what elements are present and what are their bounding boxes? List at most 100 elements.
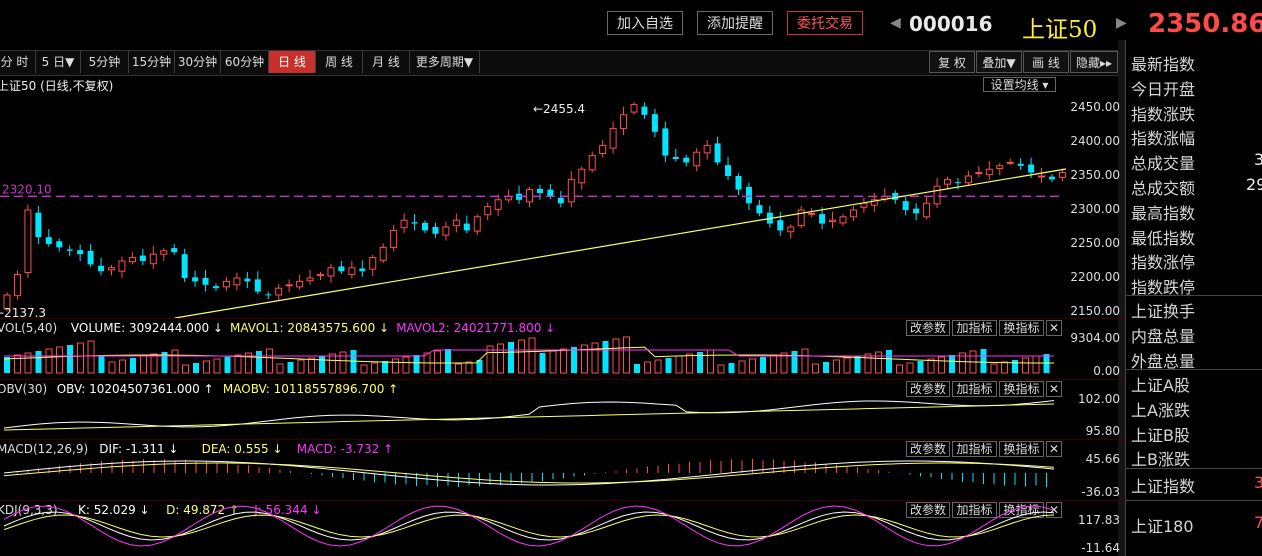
info-label: 指数涨幅 — [1131, 129, 1196, 149]
candle — [348, 267, 356, 276]
candle — [1028, 164, 1035, 173]
candle — [233, 277, 241, 286]
price-axis-label: 2200.00 — [1070, 270, 1120, 284]
tab-weekly[interactable]: 周 线 — [316, 51, 363, 73]
tab-intraday[interactable]: 分 时 — [0, 51, 36, 73]
level-annotation: 2320.10 — [2, 182, 52, 196]
info-label: 指数涨停 — [1131, 253, 1196, 273]
candlestick-chart[interactable]: ←2455.4 2320.10 ←2137.3 — [0, 96, 1068, 318]
hide-button[interactable]: 隐藏▸▸ — [1070, 51, 1118, 73]
tab-15min[interactable]: 15分钟 — [129, 51, 175, 73]
candle — [964, 175, 972, 184]
candle — [630, 104, 638, 113]
candle — [829, 219, 837, 223]
candle — [213, 286, 219, 289]
candle — [359, 268, 366, 272]
price-axis-label: 2150.00 — [1070, 304, 1120, 318]
obv-axis-label: 102.00 — [1078, 392, 1120, 406]
candle — [777, 220, 784, 231]
tab-5min[interactable]: 5分钟 — [81, 51, 129, 73]
restore-rights-button[interactable]: 复 权 — [929, 51, 975, 73]
candle — [839, 216, 847, 224]
tab-monthly[interactable]: 月 线 — [363, 51, 410, 73]
stock-code: 000016 — [909, 12, 993, 36]
candle — [192, 277, 199, 282]
candle — [87, 250, 94, 265]
candle — [923, 202, 931, 218]
candle — [171, 248, 178, 253]
candle — [599, 144, 607, 155]
price-axis-label: 2250.00 — [1070, 236, 1120, 250]
candle — [285, 284, 293, 287]
candle — [933, 185, 941, 205]
candle — [1049, 176, 1055, 180]
price-axis-label: 2300.00 — [1070, 202, 1120, 216]
candle — [672, 156, 679, 159]
add-watchlist-button[interactable]: 加入自选 — [607, 11, 683, 35]
info-label: 总成交额 — [1131, 179, 1196, 198]
trade-button[interactable]: 委托交易 — [787, 11, 863, 35]
kdj-axis-label: 117.83 — [1078, 513, 1120, 527]
candle — [432, 227, 439, 234]
candle — [306, 277, 314, 282]
candle — [1017, 163, 1024, 166]
low-annotation: ←2137.3 — [0, 306, 46, 318]
price-axis-label: 2400.00 — [1070, 134, 1120, 148]
candle — [77, 250, 84, 255]
info-label: 上证A股 — [1131, 376, 1190, 395]
candle — [662, 128, 669, 156]
candle — [620, 114, 628, 129]
candle — [1038, 175, 1046, 178]
add-alert-button[interactable]: 添加提醒 — [697, 11, 773, 35]
candle — [693, 151, 701, 167]
candle — [452, 219, 460, 227]
candle — [160, 250, 168, 255]
candle — [473, 216, 481, 232]
info-label: 最高指数 — [1131, 203, 1196, 223]
kdj-panel-chart — [3, 505, 1055, 547]
tab-more-periods[interactable]: 更多周期▼ — [410, 51, 480, 73]
candle — [714, 143, 721, 163]
candle — [849, 209, 857, 218]
candle — [24, 209, 32, 274]
info-label: 指数涨跌 — [1131, 104, 1196, 124]
tab-30min[interactable]: 30分钟 — [175, 51, 221, 73]
candle — [1058, 172, 1066, 178]
candle — [149, 253, 157, 265]
candle — [902, 201, 909, 210]
candle — [108, 267, 115, 271]
candle — [463, 223, 470, 231]
macd-panel-chart — [3, 459, 1055, 487]
candle — [819, 214, 826, 224]
candle — [181, 254, 188, 278]
candle — [265, 294, 272, 296]
price-axis-label: 2450.00 — [1070, 100, 1120, 114]
kdj-axis-label: -11.64 — [1081, 541, 1120, 555]
candle — [390, 229, 398, 248]
candle — [369, 257, 377, 270]
set-ma-button[interactable]: 设置均线 ▾ — [983, 77, 1056, 92]
next-arrow[interactable]: ▶ — [1116, 15, 1127, 31]
info-label: 总成交量 — [1131, 154, 1196, 174]
candle — [275, 287, 283, 296]
chart-title: 上证50 (日线,不复权) — [0, 79, 114, 93]
draw-line-button[interactable]: 画 线 — [1023, 51, 1069, 73]
candle — [567, 178, 575, 203]
candle — [139, 255, 146, 261]
tab-5day[interactable]: 5 日▼ — [36, 51, 81, 73]
vol-panel-chart — [3, 336, 1055, 374]
overlay-button[interactable]: 叠加▼ — [976, 51, 1022, 73]
candle — [45, 237, 52, 244]
prev-arrow[interactable]: ◀ — [890, 15, 901, 31]
tab-daily[interactable]: 日 线 — [269, 51, 316, 73]
vol-axis-label: 0.00 — [1093, 364, 1120, 378]
price-axis-label: 2350.00 — [1070, 168, 1120, 182]
candle — [411, 222, 418, 224]
candle — [13, 274, 21, 297]
candle — [557, 197, 564, 204]
tab-60min[interactable]: 60分钟 — [221, 51, 269, 73]
candle — [756, 205, 763, 214]
stock-name: 上证50 — [1022, 17, 1098, 43]
candle — [118, 260, 126, 272]
candle — [975, 172, 983, 175]
